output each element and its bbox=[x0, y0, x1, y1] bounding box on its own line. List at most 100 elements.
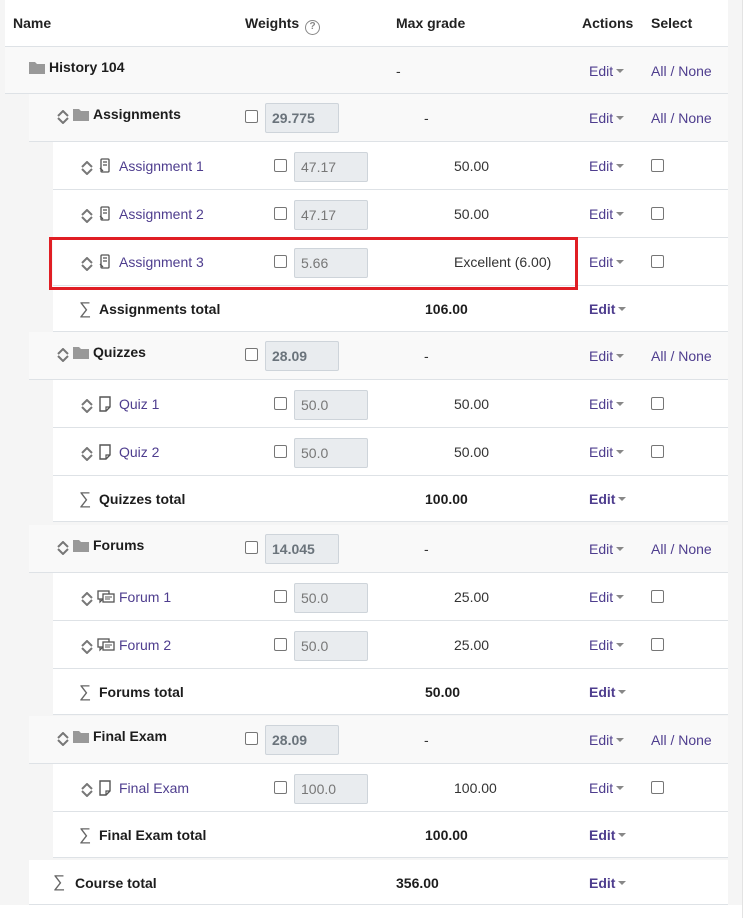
category-edit-menu[interactable]: Edit bbox=[589, 348, 625, 364]
move-icon[interactable] bbox=[80, 209, 94, 223]
select-all-link[interactable]: All bbox=[651, 732, 667, 748]
item-max-grade: 50.00 bbox=[454, 158, 490, 174]
select-item-checkbox[interactable] bbox=[651, 159, 664, 172]
category-edit-menu[interactable]: Edit bbox=[589, 110, 625, 126]
weight-override-checkbox[interactable] bbox=[245, 348, 258, 361]
select-none-link[interactable]: None bbox=[678, 110, 711, 126]
category-row: Quizzes 28.09 - Edit All / None bbox=[29, 332, 728, 380]
move-icon[interactable] bbox=[56, 348, 70, 362]
weight-override-checkbox[interactable] bbox=[245, 541, 258, 554]
weight-input[interactable]: 50.0 bbox=[294, 390, 368, 420]
chevron-down-icon bbox=[616, 212, 625, 216]
move-icon[interactable] bbox=[80, 640, 94, 654]
chevron-down-icon bbox=[616, 595, 625, 599]
category-edit-menu[interactable]: Edit bbox=[589, 732, 625, 748]
total-edit-menu[interactable]: Edit bbox=[589, 684, 627, 700]
folder-icon bbox=[73, 540, 89, 552]
select-item-checkbox[interactable] bbox=[651, 781, 664, 794]
item-edit-menu[interactable]: Edit bbox=[589, 780, 625, 796]
move-icon[interactable] bbox=[80, 447, 94, 461]
course-total-label: Course total bbox=[75, 875, 157, 891]
item-edit-menu[interactable]: Edit bbox=[589, 589, 625, 605]
item-edit-menu[interactable]: Edit bbox=[589, 158, 625, 174]
total-edit-menu[interactable]: Edit bbox=[589, 827, 627, 843]
select-item-checkbox[interactable] bbox=[651, 207, 664, 220]
grade-item-link[interactable]: Forum 1 bbox=[119, 589, 171, 605]
course-total-edit-menu[interactable]: Edit bbox=[589, 875, 627, 891]
help-icon[interactable]: ? bbox=[305, 20, 321, 35]
chevron-down-icon bbox=[618, 690, 627, 694]
weight-input[interactable]: 50.0 bbox=[294, 631, 368, 661]
select-item-checkbox[interactable] bbox=[651, 445, 664, 458]
weight-override-checkbox[interactable] bbox=[274, 207, 287, 220]
chevron-down-icon bbox=[616, 786, 625, 790]
weight-override-checkbox[interactable] bbox=[274, 397, 287, 410]
select-all-none: All / None bbox=[651, 541, 712, 557]
weight-input[interactable]: 100.0 bbox=[294, 774, 368, 804]
move-icon[interactable] bbox=[56, 110, 70, 124]
weight-override-checkbox[interactable] bbox=[245, 110, 258, 123]
item-max-grade: 50.00 bbox=[454, 444, 490, 460]
move-icon[interactable] bbox=[80, 161, 94, 175]
item-max-grade: 25.00 bbox=[454, 589, 490, 605]
weight-input[interactable]: 47.17 bbox=[294, 200, 368, 230]
move-icon[interactable] bbox=[80, 783, 94, 797]
sigma-icon: ∑ bbox=[79, 489, 92, 508]
select-all-link[interactable]: All bbox=[651, 348, 667, 364]
weight-input[interactable]: 14.045 bbox=[265, 534, 339, 564]
weight-override-checkbox[interactable] bbox=[245, 732, 258, 745]
category-edit-menu[interactable]: Edit bbox=[589, 541, 625, 557]
item-edit-menu[interactable]: Edit bbox=[589, 254, 625, 270]
category-total-label: Final Exam total bbox=[99, 827, 207, 843]
select-none-link[interactable]: None bbox=[678, 348, 711, 364]
select-item-checkbox[interactable] bbox=[651, 255, 664, 268]
move-icon[interactable] bbox=[80, 592, 94, 606]
item-edit-menu[interactable]: Edit bbox=[589, 206, 625, 222]
weight-override-checkbox[interactable] bbox=[274, 590, 287, 603]
grade-item-link[interactable]: Quiz 2 bbox=[119, 444, 159, 460]
weight-override-checkbox[interactable] bbox=[274, 159, 287, 172]
weight-override-checkbox[interactable] bbox=[274, 781, 287, 794]
select-item-checkbox[interactable] bbox=[651, 638, 664, 651]
grade-item-link[interactable]: Assignment 1 bbox=[119, 158, 204, 174]
course-edit-menu[interactable]: Edit bbox=[589, 63, 625, 79]
chevron-down-icon bbox=[616, 164, 625, 168]
sigma-icon: ∑ bbox=[79, 299, 92, 318]
chevron-down-icon bbox=[616, 450, 625, 454]
course-select-all-none: All / None bbox=[651, 63, 712, 79]
total-edit-menu[interactable]: Edit bbox=[589, 301, 627, 317]
total-edit-menu[interactable]: Edit bbox=[589, 491, 627, 507]
course-name: History 104 bbox=[49, 59, 125, 75]
select-item-checkbox[interactable] bbox=[651, 397, 664, 410]
item-edit-menu[interactable]: Edit bbox=[589, 444, 625, 460]
weight-override-checkbox[interactable] bbox=[274, 445, 287, 458]
move-icon[interactable] bbox=[56, 541, 70, 555]
scrollbar-track[interactable] bbox=[742, 0, 752, 918]
grade-item-link[interactable]: Quiz 1 bbox=[119, 396, 159, 412]
weight-input[interactable]: 50.0 bbox=[294, 583, 368, 613]
weight-input[interactable]: 50.0 bbox=[294, 438, 368, 468]
assignment-icon bbox=[99, 158, 110, 173]
gradebook-setup-table: Name Weights ? Max grade Actions Select … bbox=[0, 0, 752, 918]
chevron-down-icon bbox=[616, 69, 625, 73]
select-none-link[interactable]: None bbox=[678, 63, 711, 79]
grade-item-link[interactable]: Forum 2 bbox=[119, 637, 171, 653]
select-all-link[interactable]: All bbox=[651, 110, 667, 126]
select-none-link[interactable]: None bbox=[678, 541, 711, 557]
weight-input[interactable]: 29.775 bbox=[265, 103, 339, 133]
select-all-link[interactable]: All bbox=[651, 63, 667, 79]
weight-input[interactable]: 28.09 bbox=[265, 341, 339, 371]
select-all-link[interactable]: All bbox=[651, 541, 667, 557]
weight-input[interactable]: 47.17 bbox=[294, 152, 368, 182]
item-edit-menu[interactable]: Edit bbox=[589, 396, 625, 412]
grade-item-link[interactable]: Final Exam bbox=[119, 780, 189, 796]
move-icon[interactable] bbox=[80, 399, 94, 413]
select-item-checkbox[interactable] bbox=[651, 590, 664, 603]
chevron-down-icon bbox=[616, 402, 625, 406]
move-icon[interactable] bbox=[56, 732, 70, 746]
grade-item-link[interactable]: Assignment 2 bbox=[119, 206, 204, 222]
weight-override-checkbox[interactable] bbox=[274, 638, 287, 651]
item-edit-menu[interactable]: Edit bbox=[589, 637, 625, 653]
select-none-link[interactable]: None bbox=[678, 732, 711, 748]
weight-input[interactable]: 28.09 bbox=[265, 725, 339, 755]
